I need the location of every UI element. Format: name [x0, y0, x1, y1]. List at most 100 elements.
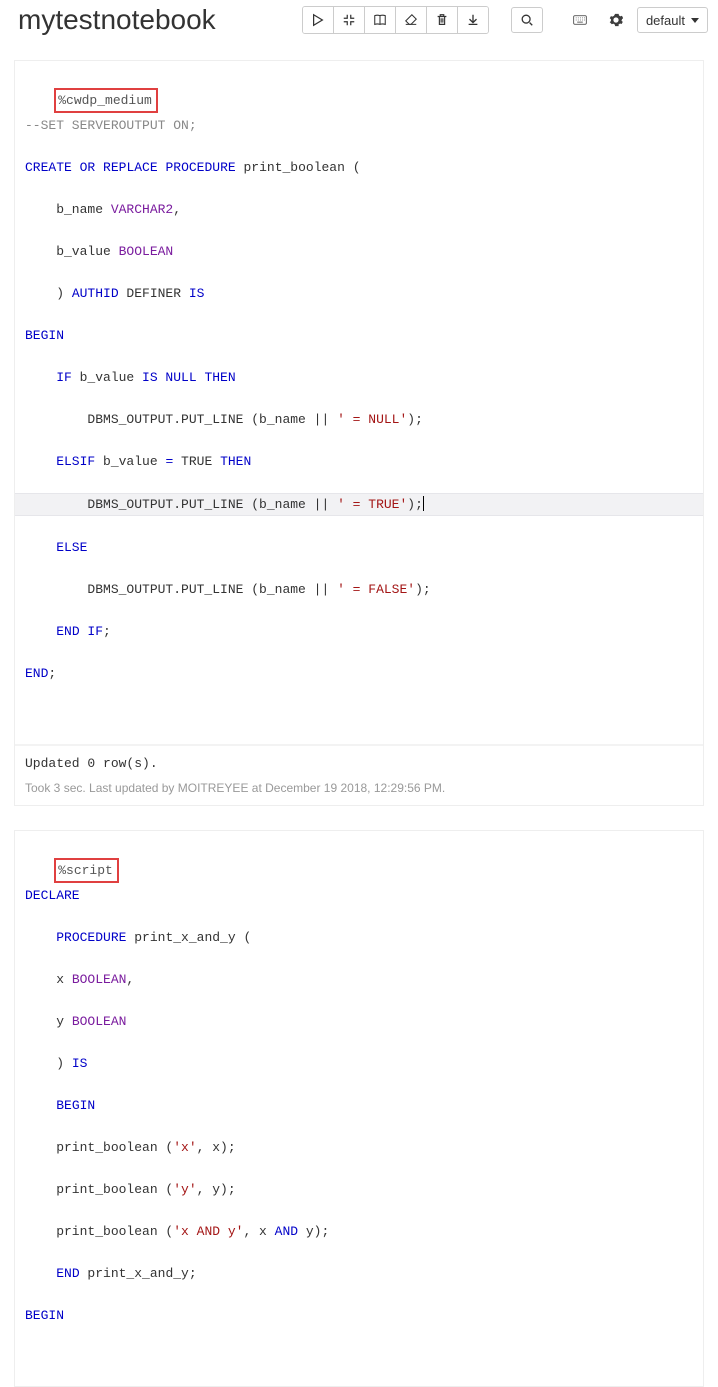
keyboard-icon — [573, 13, 587, 27]
eraser-icon — [404, 13, 418, 27]
code-token: CREATE — [25, 160, 72, 175]
code-token: ' = TRUE' — [337, 497, 407, 512]
delete-button[interactable] — [426, 7, 457, 33]
interpreter-highlight: %script — [54, 858, 119, 883]
code-token: 'x' — [173, 1140, 196, 1155]
code-token: END — [56, 1266, 79, 1281]
code-token: TRUE — [173, 454, 220, 469]
code-token: print_boolean ( — [25, 1182, 173, 1197]
play-icon — [311, 13, 325, 27]
search-icon — [520, 13, 534, 27]
text-cursor — [423, 496, 425, 511]
code-token: ) — [25, 1056, 72, 1071]
code-token: DEFINER — [119, 286, 189, 301]
compress-icon — [342, 13, 356, 27]
code-token: , x — [243, 1224, 274, 1239]
code-token: IS NULL THEN — [142, 370, 236, 385]
code-token: VARCHAR2 — [111, 202, 173, 217]
code-token: 'y' — [173, 1182, 196, 1197]
code-token: BEGIN — [56, 1098, 95, 1113]
collapse-button[interactable] — [333, 7, 364, 33]
code-token: DBMS_OUTPUT.PUT_LINE (b_name || — [25, 497, 337, 512]
code-token: AND — [275, 1224, 298, 1239]
code-token: IS — [189, 286, 205, 301]
notebook-header: mytestnotebook — [0, 0, 718, 42]
code-token — [25, 1098, 56, 1113]
code-editor[interactable]: %cwdp_medium --SET SERVEROUTPUT ON; CREA… — [15, 61, 703, 744]
code-token: IS — [72, 1056, 88, 1071]
code-token — [25, 930, 56, 945]
cell-output: Updated 0 row(s). — [15, 744, 703, 777]
code-token: b_name — [25, 202, 111, 217]
code-token: PROCEDURE — [56, 930, 126, 945]
code-token: b_value — [95, 454, 165, 469]
search-button[interactable] — [511, 7, 543, 33]
code-token: ) — [25, 286, 72, 301]
code-token — [25, 624, 56, 639]
code-token: END — [25, 666, 48, 681]
code-token: ' = NULL' — [337, 412, 407, 427]
run-all-button[interactable] — [303, 7, 333, 33]
code-token: , — [173, 202, 181, 217]
code-token: print_x_and_y; — [80, 1266, 197, 1281]
code-token: print_boolean ( — [236, 160, 361, 175]
code-token: --SET SERVEROUTPUT ON; — [25, 118, 197, 133]
code-token: PROCEDURE — [165, 160, 235, 175]
settings-button[interactable] — [601, 7, 631, 33]
code-token: BEGIN — [25, 328, 64, 343]
code-token: y); — [298, 1224, 329, 1239]
mode-dropdown-label: default — [646, 13, 685, 28]
code-token: ELSE — [25, 540, 87, 555]
keyboard-button[interactable] — [565, 7, 595, 33]
code-token: print_boolean ( — [25, 1224, 173, 1239]
code-token: print_x_and_y ( — [126, 930, 251, 945]
code-token: AUTHID — [72, 286, 119, 301]
code-token: ; — [48, 666, 56, 681]
code-token: , x); — [197, 1140, 236, 1155]
code-token: BOOLEAN — [72, 1014, 127, 1029]
code-token: THEN — [220, 454, 251, 469]
chevron-down-icon — [691, 18, 699, 23]
code-token: BOOLEAN — [119, 244, 174, 259]
code-cell: %cwdp_medium --SET SERVEROUTPUT ON; CREA… — [14, 60, 704, 806]
mode-dropdown[interactable]: default — [637, 7, 708, 33]
code-token: , y); — [197, 1182, 236, 1197]
code-token: ); — [407, 412, 423, 427]
run-controls-group — [302, 6, 489, 34]
code-token: BOOLEAN — [72, 972, 127, 987]
code-token: b_value — [72, 370, 142, 385]
book-icon — [373, 13, 387, 27]
interpreter-highlight: %cwdp_medium — [54, 88, 158, 113]
code-token: , — [126, 972, 134, 987]
code-token: ); — [407, 497, 423, 512]
interpreter-directive: %script — [58, 863, 113, 878]
code-token: ; — [103, 624, 111, 639]
code-cell: %script DECLARE PROCEDURE print_x_and_y … — [14, 830, 704, 1387]
notebook-title[interactable]: mytestnotebook — [18, 4, 216, 36]
code-token: REPLACE — [103, 160, 158, 175]
code-token: print_boolean ( — [25, 1140, 173, 1155]
trash-icon — [435, 13, 449, 27]
code-token: OR — [80, 160, 96, 175]
code-token: DECLARE — [25, 888, 80, 903]
code-token: END IF — [56, 624, 103, 639]
code-token: BEGIN — [25, 1308, 64, 1323]
download-icon — [466, 13, 480, 27]
eraser-button[interactable] — [395, 7, 426, 33]
download-button[interactable] — [457, 7, 488, 33]
cell-meta: Took 3 sec. Last updated by MOITREYEE at… — [15, 777, 703, 805]
code-token — [25, 1266, 56, 1281]
gear-icon — [609, 13, 623, 27]
book-button[interactable] — [364, 7, 395, 33]
interpreter-directive: %cwdp_medium — [58, 93, 152, 108]
code-token: y — [25, 1014, 72, 1029]
code-token: DBMS_OUTPUT.PUT_LINE (b_name || — [25, 412, 337, 427]
code-token: b_value — [25, 244, 119, 259]
code-token: ' = FALSE' — [337, 582, 415, 597]
code-token: x — [25, 972, 72, 987]
code-token: ); — [415, 582, 431, 597]
code-token: ELSIF — [25, 454, 95, 469]
code-editor[interactable]: %script DECLARE PROCEDURE print_x_and_y … — [15, 831, 703, 1386]
code-token: IF — [25, 370, 72, 385]
code-token: 'x AND y' — [173, 1224, 243, 1239]
